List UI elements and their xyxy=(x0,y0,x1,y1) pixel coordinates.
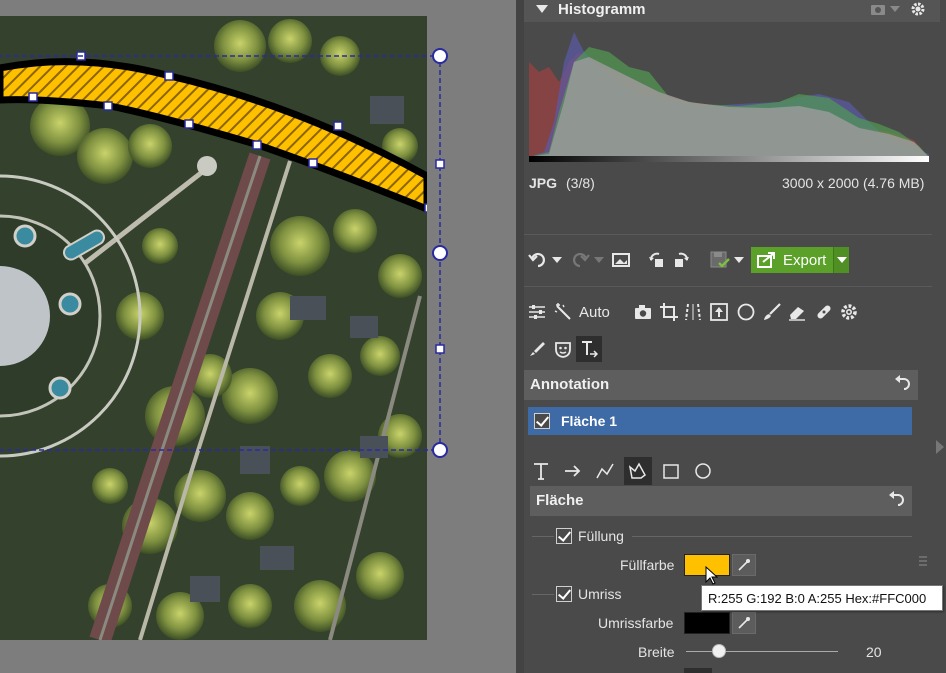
flaeche-header: Fläche xyxy=(530,486,912,516)
export-button[interactable]: Export xyxy=(751,247,833,273)
right-side-strip xyxy=(918,370,946,673)
perspective-icon[interactable] xyxy=(684,299,702,325)
redo-dropdown-icon[interactable] xyxy=(594,247,604,273)
layer-name: Fläche 1 xyxy=(561,413,618,429)
expand-arrow-icon[interactable] xyxy=(936,440,946,454)
camera-icon[interactable] xyxy=(870,2,886,16)
ellipse-tool-icon[interactable] xyxy=(694,458,712,484)
arrow-tool-icon[interactable] xyxy=(564,458,582,484)
layer-visibility-checkbox[interactable] xyxy=(534,413,550,429)
outline-checkbox[interactable] xyxy=(556,586,572,602)
mouse-cursor-icon xyxy=(705,566,719,585)
save-dropdown-icon[interactable] xyxy=(734,247,744,273)
image-index: (3/8) xyxy=(566,175,595,191)
eraser-icon[interactable] xyxy=(788,299,806,325)
rotate-left-icon[interactable] xyxy=(648,247,666,273)
outline-label: Umriss xyxy=(578,586,622,602)
auto-label[interactable]: Auto xyxy=(579,299,610,325)
image-dimensions: 3000 x 2000 (4.76 MB) xyxy=(782,175,925,191)
export-dropdown[interactable] xyxy=(833,247,849,273)
reset-arrow-icon[interactable] xyxy=(888,491,904,510)
chevron-down-icon xyxy=(836,257,847,263)
mask-icon[interactable] xyxy=(554,336,572,362)
rectangle-tool-icon[interactable] xyxy=(662,458,680,484)
partial-control[interactable] xyxy=(684,668,712,673)
bandage-icon[interactable] xyxy=(814,299,834,325)
histogram-header[interactable]: Histogramm xyxy=(524,0,940,22)
polygon-tool-icon[interactable] xyxy=(624,457,652,485)
color-tooltip: R:255 G:192 B:0 A:255 Hex:#FFC000 xyxy=(701,585,943,611)
brush-icon[interactable] xyxy=(763,299,781,325)
rotate-right-icon[interactable] xyxy=(672,247,690,273)
polyline-tool-icon[interactable] xyxy=(596,458,614,484)
collapse-triangle-icon[interactable] xyxy=(536,5,548,13)
fill-label: Füllung xyxy=(578,528,624,544)
width-slider-track[interactable] xyxy=(686,651,838,652)
camera-tool-icon[interactable] xyxy=(634,299,652,325)
histogram-title: Histogramm xyxy=(558,1,646,18)
flaeche-title: Fläche xyxy=(536,492,584,509)
group-line xyxy=(632,536,912,537)
marker-icon[interactable] xyxy=(528,336,546,362)
circle-tool-icon[interactable] xyxy=(737,299,755,325)
settings-gear-icon[interactable] xyxy=(840,299,858,325)
tools-toolbar: Auto xyxy=(524,297,924,327)
selection-box[interactable] xyxy=(0,0,516,673)
panel-splitter[interactable] xyxy=(516,0,524,673)
outline-color-swatch[interactable] xyxy=(684,612,730,634)
eyedropper-icon xyxy=(738,559,750,571)
magic-wand-icon[interactable] xyxy=(554,299,572,325)
export-icon xyxy=(757,252,775,268)
divider xyxy=(524,234,932,235)
sliders-icon[interactable] xyxy=(528,299,546,325)
image-canvas[interactable] xyxy=(0,0,516,673)
chevron-down-icon[interactable] xyxy=(890,6,900,12)
fill-checkbox[interactable] xyxy=(556,528,572,544)
fill-eyedropper-button[interactable] xyxy=(732,554,756,576)
layer-item-flaeche-1[interactable]: Fläche 1 xyxy=(528,407,912,435)
gear-icon[interactable] xyxy=(910,1,926,17)
reset-arrow-icon[interactable] xyxy=(894,375,910,394)
group-line xyxy=(532,536,554,537)
text-annotation-tool-icon[interactable] xyxy=(576,336,602,362)
exposure-icon[interactable] xyxy=(710,299,728,325)
undo-icon[interactable] xyxy=(528,247,548,273)
undo-dropdown-icon[interactable] xyxy=(552,247,562,273)
outline-color-label: Umrissfarbe xyxy=(598,615,674,631)
annotation-header: Annotation xyxy=(524,370,918,400)
save-icon[interactable] xyxy=(710,247,730,273)
redo-icon[interactable] xyxy=(570,247,590,273)
image-compare-icon[interactable] xyxy=(612,247,630,273)
width-slider-handle[interactable] xyxy=(712,644,726,658)
export-label: Export xyxy=(783,251,827,269)
outline-eyedropper-button[interactable] xyxy=(732,612,756,634)
eyedropper-icon xyxy=(738,617,750,629)
crop-icon[interactable] xyxy=(660,299,678,325)
width-label: Breite xyxy=(638,644,675,660)
image-format: JPG xyxy=(529,175,558,191)
grip-icon[interactable] xyxy=(918,555,928,569)
fill-color-label: Füllfarbe xyxy=(620,557,675,573)
group-line xyxy=(532,594,554,595)
text-tool-icon[interactable] xyxy=(532,458,550,484)
histogram-chart xyxy=(529,22,929,162)
width-value: 20 xyxy=(866,644,882,660)
annotation-title: Annotation xyxy=(530,376,610,393)
divider xyxy=(524,286,932,287)
